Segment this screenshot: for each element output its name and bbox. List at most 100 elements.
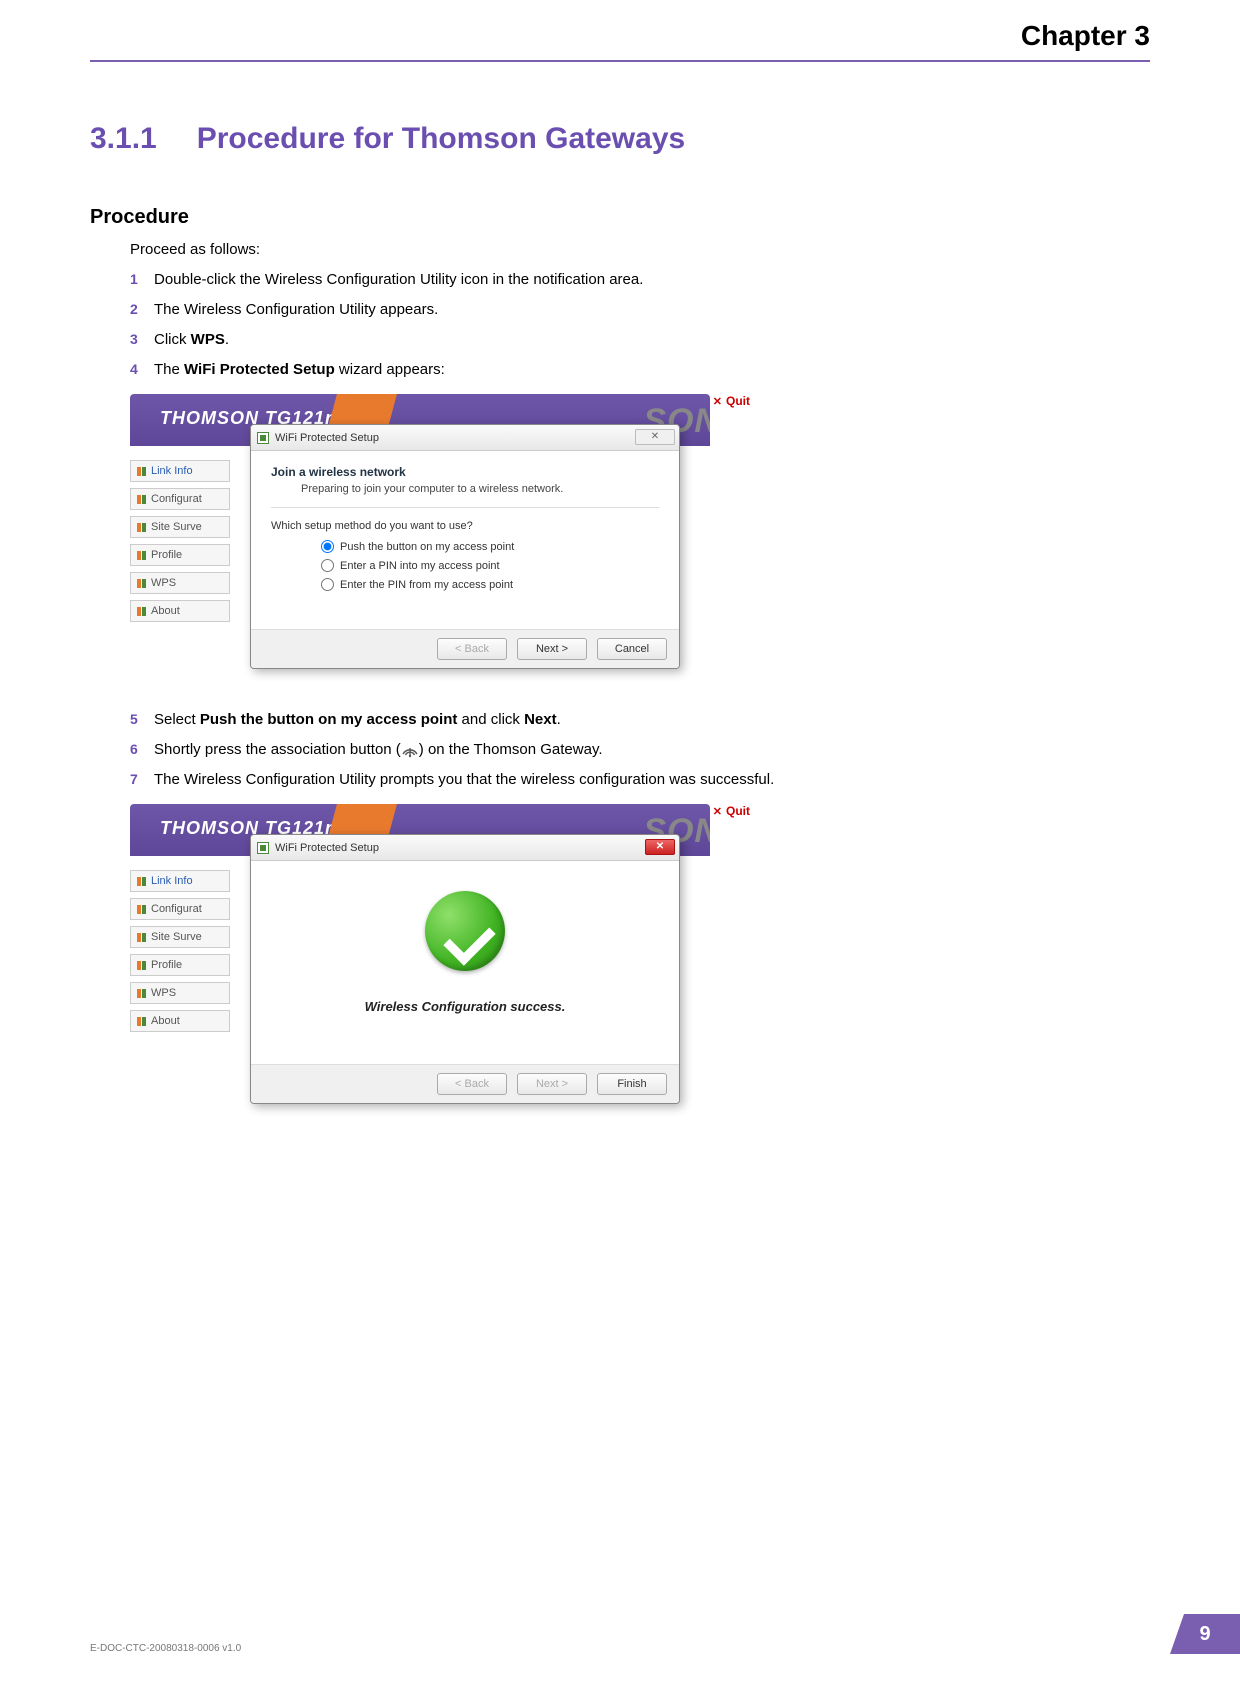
sidebar-item-label: Link Info: [151, 465, 193, 477]
cancel-button[interactable]: Cancel: [597, 638, 667, 660]
step-num: 5: [130, 708, 154, 730]
sidebar-item-label: WPS: [151, 577, 176, 589]
tab-icon: [137, 905, 146, 914]
step-2: The Wireless Configuration Utility appea…: [154, 298, 1150, 322]
radio-enter-pin-from[interactable]: Enter the PIN from my access point: [321, 578, 659, 591]
sidebar-item-label: WPS: [151, 987, 176, 999]
dialog-title: WiFi Protected Setup: [275, 842, 379, 854]
back-button: < Back: [437, 638, 507, 660]
tab-icon: [137, 877, 146, 886]
finish-button[interactable]: Finish: [597, 1073, 667, 1095]
sidebar-item-label: Link Info: [151, 875, 193, 887]
quit-link[interactable]: Quit: [713, 394, 750, 408]
radio-enter-pin-into[interactable]: Enter a PIN into my access point: [321, 559, 659, 572]
screenshot-wps-success: Quit THOMSON TG121n SON Link Info Config…: [130, 804, 710, 1096]
tab-icon: [137, 961, 146, 970]
dialog-button-row: < Back Next > Cancel: [251, 629, 679, 668]
wps-dialog: WiFi Protected Setup ✕ Join a wireless n…: [250, 424, 680, 669]
tab-icon: [137, 495, 146, 504]
step-3: Click WPS.: [154, 328, 1150, 352]
sidebar-item-label: Site Surve: [151, 521, 202, 533]
tab-icon: [137, 579, 146, 588]
sidebar-item-label: Profile: [151, 549, 182, 561]
app-icon: [257, 432, 269, 444]
close-button[interactable]: ✕: [635, 429, 675, 445]
step-num: 3: [130, 328, 154, 350]
dialog-button-row: < Back Next > Finish: [251, 1064, 679, 1103]
association-button-icon: [401, 742, 419, 758]
dialog-titlebar: WiFi Protected Setup ✕: [251, 835, 679, 861]
radio-input[interactable]: [321, 559, 334, 572]
sidebar-item-label: Profile: [151, 959, 182, 971]
document-id: E-DOC-CTC-20080318-0006 v1.0: [90, 1643, 241, 1654]
tab-icon: [137, 523, 146, 532]
sidebar-item-label: About: [151, 1015, 180, 1027]
dialog-subheading: Preparing to join your computer to a wir…: [301, 483, 659, 495]
radio-label: Push the button on my access point: [340, 541, 514, 553]
dialog-heading: Join a wireless network: [271, 465, 659, 479]
sidebar-item-label: About: [151, 605, 180, 617]
step-num: 7: [130, 768, 154, 790]
sidebar-item-wps[interactable]: WPS: [130, 982, 230, 1004]
back-button: < Back: [437, 1073, 507, 1095]
dialog-titlebar: WiFi Protected Setup ✕: [251, 425, 679, 451]
step-1: Double-click the Wireless Configuration …: [154, 268, 1150, 292]
sidebar-item-site-survey[interactable]: Site Surve: [130, 516, 230, 538]
dialog-question: Which setup method do you want to use?: [271, 520, 659, 532]
quit-link[interactable]: Quit: [713, 804, 750, 818]
sidebar-item-link-info[interactable]: Link Info: [130, 870, 230, 892]
sidebar-item-configuration[interactable]: Configurat: [130, 488, 230, 510]
radio-input[interactable]: [321, 540, 334, 553]
step-4: The WiFi Protected Setup wizard appears:: [154, 358, 1150, 382]
sidebar-item-about[interactable]: About: [130, 600, 230, 622]
success-message: Wireless Configuration success.: [271, 999, 659, 1014]
radio-label: Enter the PIN from my access point: [340, 579, 513, 591]
sidebar-item-about[interactable]: About: [130, 1010, 230, 1032]
procedure-steps: 1 Double-click the Wireless Configuratio…: [130, 268, 1150, 382]
sidebar-item-label: Configurat: [151, 493, 202, 505]
tab-icon: [137, 467, 146, 476]
procedure-steps-continued: 5 Select Push the button on my access po…: [130, 708, 1150, 792]
next-button: Next >: [517, 1073, 587, 1095]
section-name: Procedure for Thomson Gateways: [197, 122, 685, 155]
sidebar-item-profile[interactable]: Profile: [130, 954, 230, 976]
sidebar-item-label: Configurat: [151, 903, 202, 915]
step-7: The Wireless Configuration Utility promp…: [154, 768, 1150, 792]
tab-icon: [137, 989, 146, 998]
step-num: 2: [130, 298, 154, 320]
step-num: 4: [130, 358, 154, 380]
wps-success-dialog: WiFi Protected Setup ✕ Wireless Configur…: [250, 834, 680, 1104]
tab-icon: [137, 1017, 146, 1026]
app-icon: [257, 842, 269, 854]
tab-icon: [137, 607, 146, 616]
step-num: 6: [130, 738, 154, 760]
radio-label: Enter a PIN into my access point: [340, 560, 500, 572]
dialog-title: WiFi Protected Setup: [275, 432, 379, 444]
step-num: 1: [130, 268, 154, 290]
app-sidebar: Link Info Configurat Site Surve Profile …: [130, 446, 230, 686]
tab-icon: [137, 933, 146, 942]
step-5: Select Push the button on my access poin…: [154, 708, 1150, 732]
screenshot-wps-wizard: Quit THOMSON TG121n SON Link Info Config…: [130, 394, 710, 686]
section-title: 3.1.1Procedure for Thomson Gateways: [90, 122, 1150, 156]
radio-push-button[interactable]: Push the button on my access point: [321, 540, 659, 553]
tab-icon: [137, 551, 146, 560]
app-sidebar: Link Info Configurat Site Surve Profile …: [130, 856, 230, 1096]
radio-input[interactable]: [321, 578, 334, 591]
procedure-intro: Proceed as follows:: [130, 241, 1150, 258]
sidebar-item-wps[interactable]: WPS: [130, 572, 230, 594]
sidebar-item-link-info[interactable]: Link Info: [130, 460, 230, 482]
next-button[interactable]: Next >: [517, 638, 587, 660]
divider: [271, 507, 659, 508]
procedure-heading: Procedure: [90, 206, 1150, 229]
page-footer: E-DOC-CTC-20080318-0006 v1.0 9: [90, 1614, 1240, 1654]
sidebar-item-label: Site Surve: [151, 931, 202, 943]
sidebar-item-profile[interactable]: Profile: [130, 544, 230, 566]
chapter-header: Chapter 3: [90, 20, 1150, 62]
step-6: Shortly press the association button () …: [154, 738, 1150, 762]
page-number: 9: [1170, 1614, 1240, 1654]
success-check-icon: [425, 891, 505, 971]
close-button[interactable]: ✕: [645, 839, 675, 855]
sidebar-item-site-survey[interactable]: Site Surve: [130, 926, 230, 948]
sidebar-item-configuration[interactable]: Configurat: [130, 898, 230, 920]
